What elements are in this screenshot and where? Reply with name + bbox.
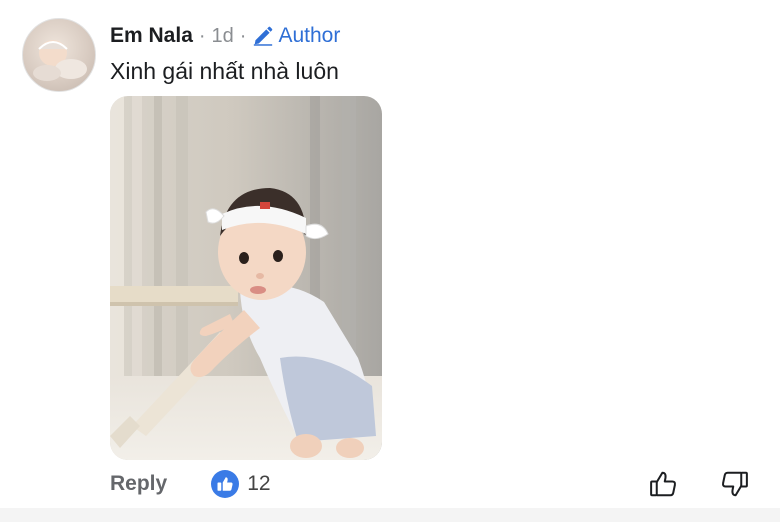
reaction-count: 12 [247,472,271,495]
thumbs-down-outline-icon [722,471,748,497]
comment-panel: Em Nala · 1d · Author Xinh gái nhất nhà … [0,0,780,508]
upvote-button[interactable] [646,468,680,500]
reply-button[interactable]: Reply [110,472,167,496]
comment-text: Xinh gái nhất nhà luôn [110,58,339,84]
avatar[interactable] [22,18,96,92]
author-name[interactable]: Em Nala [110,24,193,48]
reaction-summary[interactable]: 12 [211,470,271,498]
comment-header: Em Nala · 1d · Author [110,22,340,50]
comment-photo[interactable] [110,96,382,460]
avatar-image [33,40,87,81]
author-badge-label: Author [278,24,341,47]
pencil-icon [254,26,273,46]
comment-actions: Reply 12 [110,468,271,500]
thumbs-up-icon [211,470,240,498]
separator: · [239,24,247,47]
author-badge: Author [252,24,340,48]
separator: · [198,24,206,47]
baby-photo-image [110,96,382,460]
comment-time[interactable]: 1d [212,25,234,48]
downvote-button[interactable] [718,468,752,500]
thumbs-up-outline-icon [650,471,676,497]
